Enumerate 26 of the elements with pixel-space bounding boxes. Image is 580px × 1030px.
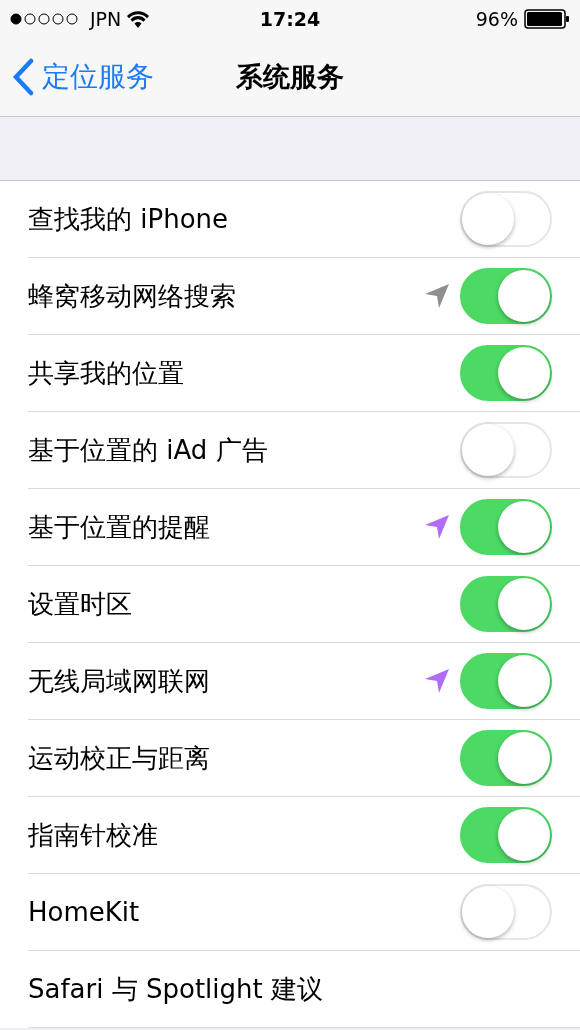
- setting-label: 指南针校准: [28, 818, 159, 852]
- toggle-switch[interactable]: [460, 345, 552, 401]
- setting-label: 设置时区: [28, 587, 133, 621]
- clock-time: 17:24: [259, 8, 321, 30]
- back-button[interactable]: 定位服务: [12, 58, 154, 96]
- back-chevron-icon: [12, 58, 34, 96]
- setting-label: 基于位置的 iAd 广告: [28, 433, 269, 467]
- setting-label: Safari 与 Spotlight 建议: [28, 972, 324, 1006]
- toggle-switch[interactable]: [460, 807, 552, 863]
- setting-label: HomeKit: [28, 897, 141, 927]
- setting-label: 查找我的 iPhone: [28, 202, 230, 236]
- battery-icon: [524, 9, 570, 29]
- setting-label: 运动校正与距离: [28, 741, 211, 775]
- toggle-switch[interactable]: [460, 268, 552, 324]
- setting-label: 共享我的位置: [28, 356, 185, 390]
- wifi-icon: [127, 10, 150, 28]
- setting-label: 基于位置的提醒: [28, 510, 211, 544]
- toggle-switch[interactable]: [460, 499, 552, 555]
- toggle-switch[interactable]: [460, 653, 552, 709]
- toggle-switch[interactable]: [460, 730, 552, 786]
- setting-label: 无线局域网联网: [28, 664, 211, 698]
- carrier-label: JPN: [90, 8, 122, 30]
- toggle-switch[interactable]: [460, 576, 552, 632]
- page-title: 系统服务: [236, 61, 344, 92]
- battery-percent: 96%: [475, 8, 518, 30]
- setting-label: 蜂窝移动网络搜索: [28, 279, 237, 313]
